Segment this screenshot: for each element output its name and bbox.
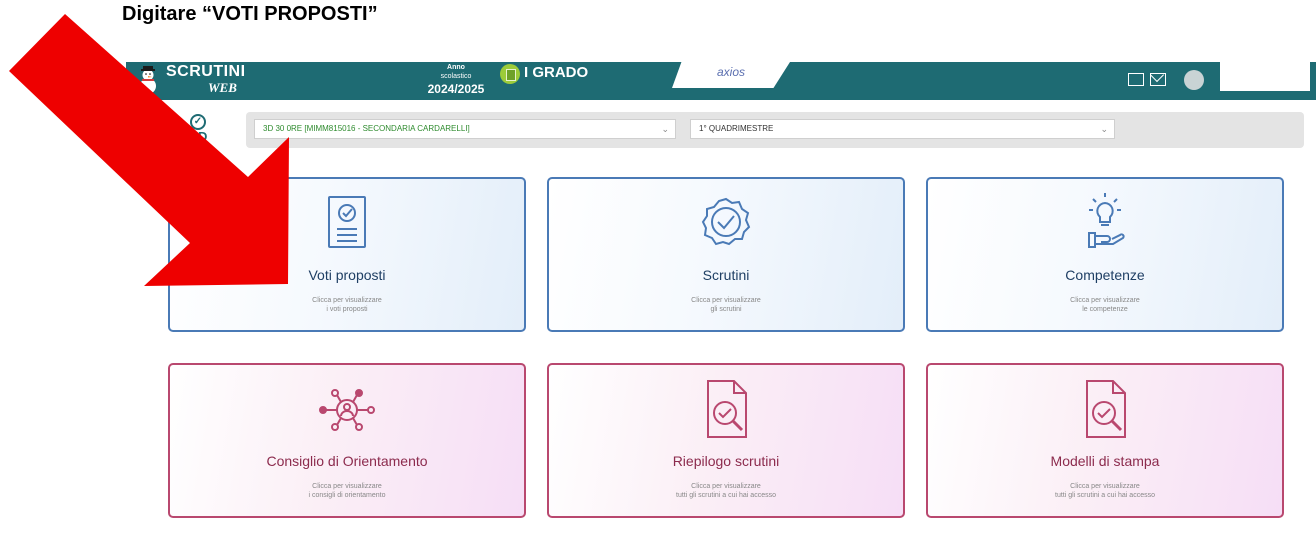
- card-subtitle: Clicca per visualizzare le competenze: [1070, 297, 1140, 313]
- document-search-icon: [707, 380, 747, 438]
- period-select[interactable]: 1° QUADRIMESTRE ⌄: [690, 119, 1115, 139]
- document-check-icon: [328, 196, 366, 248]
- app-header: SCRUTINI WEB Anno scolastico 2024/2025 I…: [126, 62, 1316, 100]
- school-year: Anno scolastico 2024/2025: [416, 63, 496, 96]
- card-title: Consiglio di Orientamento: [266, 453, 428, 469]
- axios-logo-text: axios: [716, 65, 745, 79]
- card-scrutini[interactable]: Scrutini Clicca per visualizzare gli scr…: [547, 177, 905, 332]
- card-title: Competenze: [1065, 267, 1145, 283]
- chevron-down-icon: ⌄: [661, 124, 669, 134]
- card-title: Riepilogo scrutini: [672, 453, 780, 469]
- chevron-down-icon: ⌄: [1100, 124, 1108, 134]
- card-subtitle: Clicca per visualizzare i voti proposti: [312, 297, 382, 313]
- brand-title: SCRUTINI: [166, 63, 246, 80]
- school-year-label-1: Anno: [447, 64, 465, 71]
- user-info-box[interactable]: [1220, 62, 1310, 91]
- badge-check-icon: [701, 197, 751, 246]
- card-modelli-stampa[interactable]: Modelli di stampa Clicca per visualizzar…: [926, 363, 1284, 518]
- card-riepilogo-scrutini[interactable]: Riepilogo scrutini Clicca per visualizza…: [547, 363, 905, 518]
- card-title: Scrutini: [702, 267, 750, 283]
- mail-icon[interactable]: [1150, 73, 1166, 86]
- lightbulb-hand-icon: [1088, 193, 1125, 248]
- card-consiglio-orientamento[interactable]: Consiglio di Orientamento Clicca per vis…: [168, 363, 526, 518]
- card-competenze[interactable]: Competenze Clicca per visualizzare le co…: [926, 177, 1284, 332]
- school-logo: ✓ RD: [186, 114, 210, 144]
- document-search-icon: [1086, 380, 1126, 438]
- snowman-icon: [140, 66, 156, 94]
- school-grade-label: I GRADO: [524, 64, 589, 81]
- card-voti-proposti[interactable]: Voti proposti Clicca per visualizzare i …: [168, 177, 526, 332]
- school-year-label-2: scolastico: [440, 73, 472, 80]
- header-icons: [1128, 73, 1172, 91]
- card-subtitle: Clicca per visualizzare tutti gli scruti…: [676, 483, 776, 499]
- card-subtitle: Clicca per visualizzare tutti gli scruti…: [1055, 483, 1155, 499]
- check-circle-icon: ✓: [190, 114, 206, 130]
- card-title: Modelli di stampa: [1050, 453, 1160, 469]
- card-title: Voti proposti: [308, 267, 386, 283]
- card-subtitle: Clicca per visualizzare gli scrutini: [691, 297, 761, 313]
- settings-icon[interactable]: [1128, 73, 1144, 86]
- instruction-text: Digitare “VOTI PROPOSTI”: [122, 3, 378, 25]
- brand-subtitle: WEB: [208, 80, 237, 95]
- school-year-value: 2024/2025: [427, 82, 485, 96]
- class-select-value: 3D 30 0RE [MIMM815016 - SECONDARIA CARDA…: [263, 124, 470, 133]
- school-logo-text: RD: [188, 129, 208, 144]
- network-person-icon: [319, 389, 375, 431]
- school-building-icon: [500, 64, 520, 84]
- filter-bar: 3D 30 0RE [MIMM815016 - SECONDARIA CARDA…: [246, 112, 1304, 148]
- class-select[interactable]: 3D 30 0RE [MIMM815016 - SECONDARIA CARDA…: [254, 119, 676, 139]
- user-avatar[interactable]: [1184, 70, 1204, 90]
- period-select-value: 1° QUADRIMESTRE: [699, 124, 774, 133]
- app-logo[interactable]: SCRUTINI WEB: [126, 62, 276, 100]
- axios-logo-tab[interactable]: axios: [672, 62, 790, 88]
- card-subtitle: Clicca per visualizzare i consigli di or…: [308, 483, 386, 499]
